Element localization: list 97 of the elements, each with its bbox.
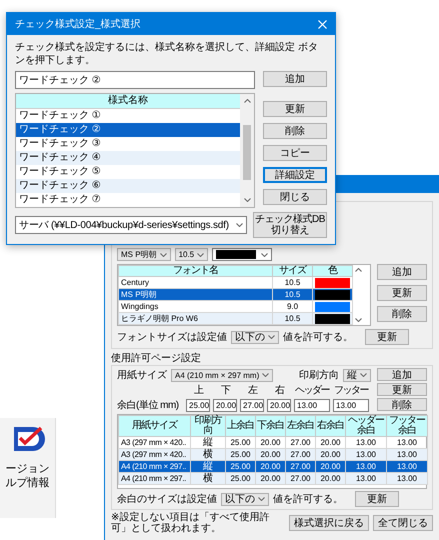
note-text: ※設定しない項目は「すべて使用許可」として扱われます。 (111, 512, 270, 534)
column-header: 色 (312, 266, 352, 276)
table-cell: A4 (210 mm × 297.. (118, 460, 190, 472)
table-cell: 横 (190, 448, 226, 460)
size-select[interactable]: 10.5 (174, 248, 208, 261)
table-cell: 横 (190, 472, 226, 484)
margin-label: ヘッダー (294, 385, 330, 397)
margin-unit-label: 余白(単位 mm) (117, 399, 180, 412)
column-header: フォント名 (118, 266, 272, 276)
column-header: ヘッダー余白 (346, 416, 386, 436)
color-select[interactable] (212, 248, 272, 261)
margin-label: 下 (220, 385, 231, 397)
column-header: 上余白 (226, 416, 256, 436)
database-select[interactable]: サーバ (¥¥LD-004¥buckup¥d-series¥settings.sdf) (15, 216, 247, 234)
column-header: 右余白 (316, 416, 346, 436)
caret-down-icon (262, 373, 270, 377)
caret-down-icon (197, 252, 204, 256)
margin-field[interactable]: 25.00 (186, 399, 210, 412)
font-row[interactable]: ヒラギノ明朝 Pro W6 10.5 (118, 312, 352, 324)
column-header: フッター余白 (386, 416, 428, 436)
paper-size-select[interactable]: A4 (210 mm × 297 mm) (171, 368, 274, 382)
action-button[interactable]: 更新 (377, 383, 427, 396)
margin-field[interactable]: 13.00 (333, 399, 369, 412)
ribbon-label: ージョン (6, 462, 50, 476)
footer-button[interactable]: 全て閉じる (373, 515, 433, 531)
limit-label: フォントサイズは設定値 (117, 330, 227, 344)
list-item[interactable]: ワードチェック ⑥ (16, 179, 240, 193)
caret-down-icon (261, 252, 268, 256)
column-header: 左余白 (286, 416, 316, 436)
margin-field[interactable]: 13.00 (294, 399, 330, 412)
action-button[interactable]: 削除 (263, 123, 327, 139)
caret-down-icon (355, 318, 362, 322)
limit-select[interactable]: 以下の (231, 330, 279, 344)
list-item[interactable]: ワードチェック ② (16, 123, 240, 137)
column-header: 印刷方向 (190, 416, 226, 436)
group-title: 使用許可ページ設定 (111, 352, 202, 365)
dialog-title: チェック様式設定_様式選択 (15, 18, 141, 31)
caret-down-icon (258, 497, 265, 501)
ribbon-label: ルプ情報 (6, 476, 50, 490)
scrollbar[interactable] (240, 94, 254, 207)
column-header: 用紙サイズ (118, 416, 190, 436)
font-select[interactable]: MS P明朝 (117, 248, 171, 261)
update-button[interactable]: 更新 (355, 491, 399, 507)
list-item[interactable]: ワードチェック ⑦ (16, 193, 240, 207)
limit-label: 余白のサイズは設定値 (117, 492, 217, 506)
margin-field[interactable]: 27.00 (240, 399, 264, 412)
margin-label: フッター (333, 385, 369, 397)
caret-up-icon (244, 99, 250, 103)
list-item[interactable]: ワードチェック ④ (16, 151, 240, 165)
footer-button[interactable]: 様式選択に戻る (289, 515, 369, 531)
font-row[interactable]: MS P明朝 10.5 (118, 288, 352, 300)
caret-down-icon (236, 223, 243, 227)
action-button[interactable]: 更新 (377, 285, 427, 301)
action-button[interactable]: 閉じる (263, 189, 327, 205)
action-button[interactable]: 追加 (377, 264, 427, 280)
action-button[interactable]: 削除 (377, 398, 427, 411)
orientation-label: 印刷方向 (299, 368, 339, 382)
table-cell: MS P明朝 (118, 288, 272, 300)
instruction-text: チェック様式を設定するには、様式名称を選択して、詳細設定 ボタンを押下します。 (15, 41, 319, 67)
margin-label: 左 (246, 385, 258, 397)
limit-select[interactable]: 以下の (221, 492, 269, 506)
column-header: サイズ (272, 266, 312, 276)
table-cell: A4 (210 mm × 297.. (118, 472, 190, 484)
caret-up-icon (355, 268, 362, 272)
action-button[interactable]: 追加 (377, 368, 427, 381)
action-button[interactable]: 詳細設定 (263, 167, 327, 183)
action-button[interactable]: 削除 (377, 306, 427, 322)
column-header: 様式名称 (16, 94, 240, 109)
paper-row[interactable]: A3 (297 mm × 420.. 横 25.00 20.00 27.00 20.00 13.00 13.00 (118, 448, 428, 460)
margin-field[interactable]: 20.00 (267, 399, 291, 412)
scrollbar-thumb[interactable] (243, 125, 251, 180)
margin-label: 右 (274, 385, 285, 397)
action-button[interactable]: コピー (263, 145, 327, 161)
paper-row[interactable]: A4 (210 mm × 297.. 横 25.00 20.00 27.00 20.00 13.00 13.00 (118, 472, 428, 484)
caret-down-icon (360, 373, 367, 377)
action-button[interactable]: 更新 (263, 101, 327, 117)
table-cell: ヒラギノ明朝 Pro W6 (118, 312, 272, 324)
action-button[interactable]: 追加 (263, 71, 327, 87)
close-icon[interactable] (318, 20, 327, 28)
paper-size-label: 用紙サイズ (117, 369, 167, 382)
paper-row[interactable]: A4 (210 mm × 297.. 縦 25.00 20.00 27.00 20.00 13.00 13.00 (118, 460, 428, 472)
switch-db-button[interactable]: チェック様式DB 切り替え (253, 212, 327, 238)
caret-down-icon (160, 252, 167, 256)
column-header: 下余白 (256, 416, 286, 436)
orientation-select[interactable]: 縦 (343, 368, 371, 382)
limit-label: 値を許可する。 (273, 492, 343, 506)
caret-down-icon (268, 335, 275, 339)
name-field[interactable]: ワードチェック ② (15, 71, 255, 89)
margin-field[interactable]: 20.00 (213, 399, 237, 412)
list-item[interactable]: ワードチェック ① (16, 109, 240, 123)
table-cell: A3 (297 mm × 420.. (118, 448, 190, 460)
limit-label: 値を許可する。 (283, 330, 353, 344)
caret-down-icon (244, 198, 250, 202)
margin-label: 上 (192, 385, 204, 397)
list-item[interactable]: ワードチェック ⑤ (16, 165, 240, 179)
update-button[interactable]: 更新 (365, 329, 409, 345)
list-item[interactable]: ワードチェック ③ (16, 137, 240, 151)
